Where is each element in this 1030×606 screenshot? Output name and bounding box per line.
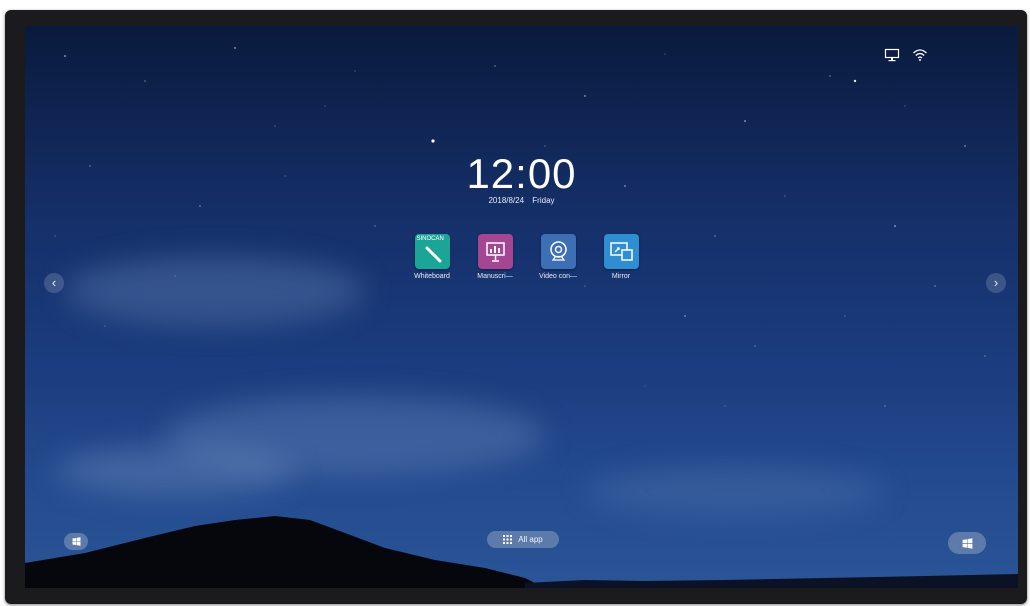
weekday-text: Friday <box>532 196 555 205</box>
whiteboard-icon: SINOCAN <box>414 234 450 269</box>
previous-page-button[interactable]: ‹ <box>44 273 64 293</box>
mountain-silhouette <box>25 516 1018 588</box>
next-page-button[interactable]: › <box>986 273 1006 293</box>
windows-icon <box>962 537 972 549</box>
app-video-conference[interactable]: Video con— <box>538 234 578 280</box>
app-mirror[interactable]: Mirror <box>601 234 641 280</box>
right-windows-button[interactable] <box>948 532 986 554</box>
chevron-left-icon: ‹ <box>51 275 57 290</box>
all-apps-label: All app <box>518 535 543 544</box>
chevron-right-icon: › <box>993 275 999 290</box>
mirror-screen-icon <box>603 234 639 269</box>
wifi-icon[interactable] <box>912 48 928 62</box>
left-windows-button[interactable] <box>64 533 88 550</box>
app-manuscript[interactable]: Manuscri— <box>475 234 515 280</box>
app-label: Whiteboard <box>414 273 450 280</box>
status-bar <box>884 48 928 62</box>
home-screen: 12:00 2018/8/24 Friday SINOCAN Whiteboar… <box>25 26 1018 588</box>
all-apps-button[interactable]: All app <box>487 531 559 548</box>
app-shortcuts: SINOCAN Whiteboard Manuscri— Video con— … <box>412 234 641 280</box>
cloud <box>65 256 365 326</box>
app-label: Manuscri— <box>477 273 513 280</box>
presentation-icon <box>477 234 513 269</box>
app-label: Mirror <box>611 273 631 280</box>
monitor-icon[interactable] <box>884 48 900 62</box>
clock-date: 2018/8/24 Friday <box>25 196 1018 205</box>
app-label: Video con— <box>538 273 577 280</box>
clock-time: 12:00 <box>466 150 577 197</box>
webcam-icon <box>540 234 576 269</box>
grid-icon <box>503 535 513 544</box>
app-whiteboard[interactable]: SINOCAN Whiteboard <box>412 234 452 280</box>
windows-icon <box>72 537 80 546</box>
date-text: 2018/8/24 <box>488 196 525 205</box>
